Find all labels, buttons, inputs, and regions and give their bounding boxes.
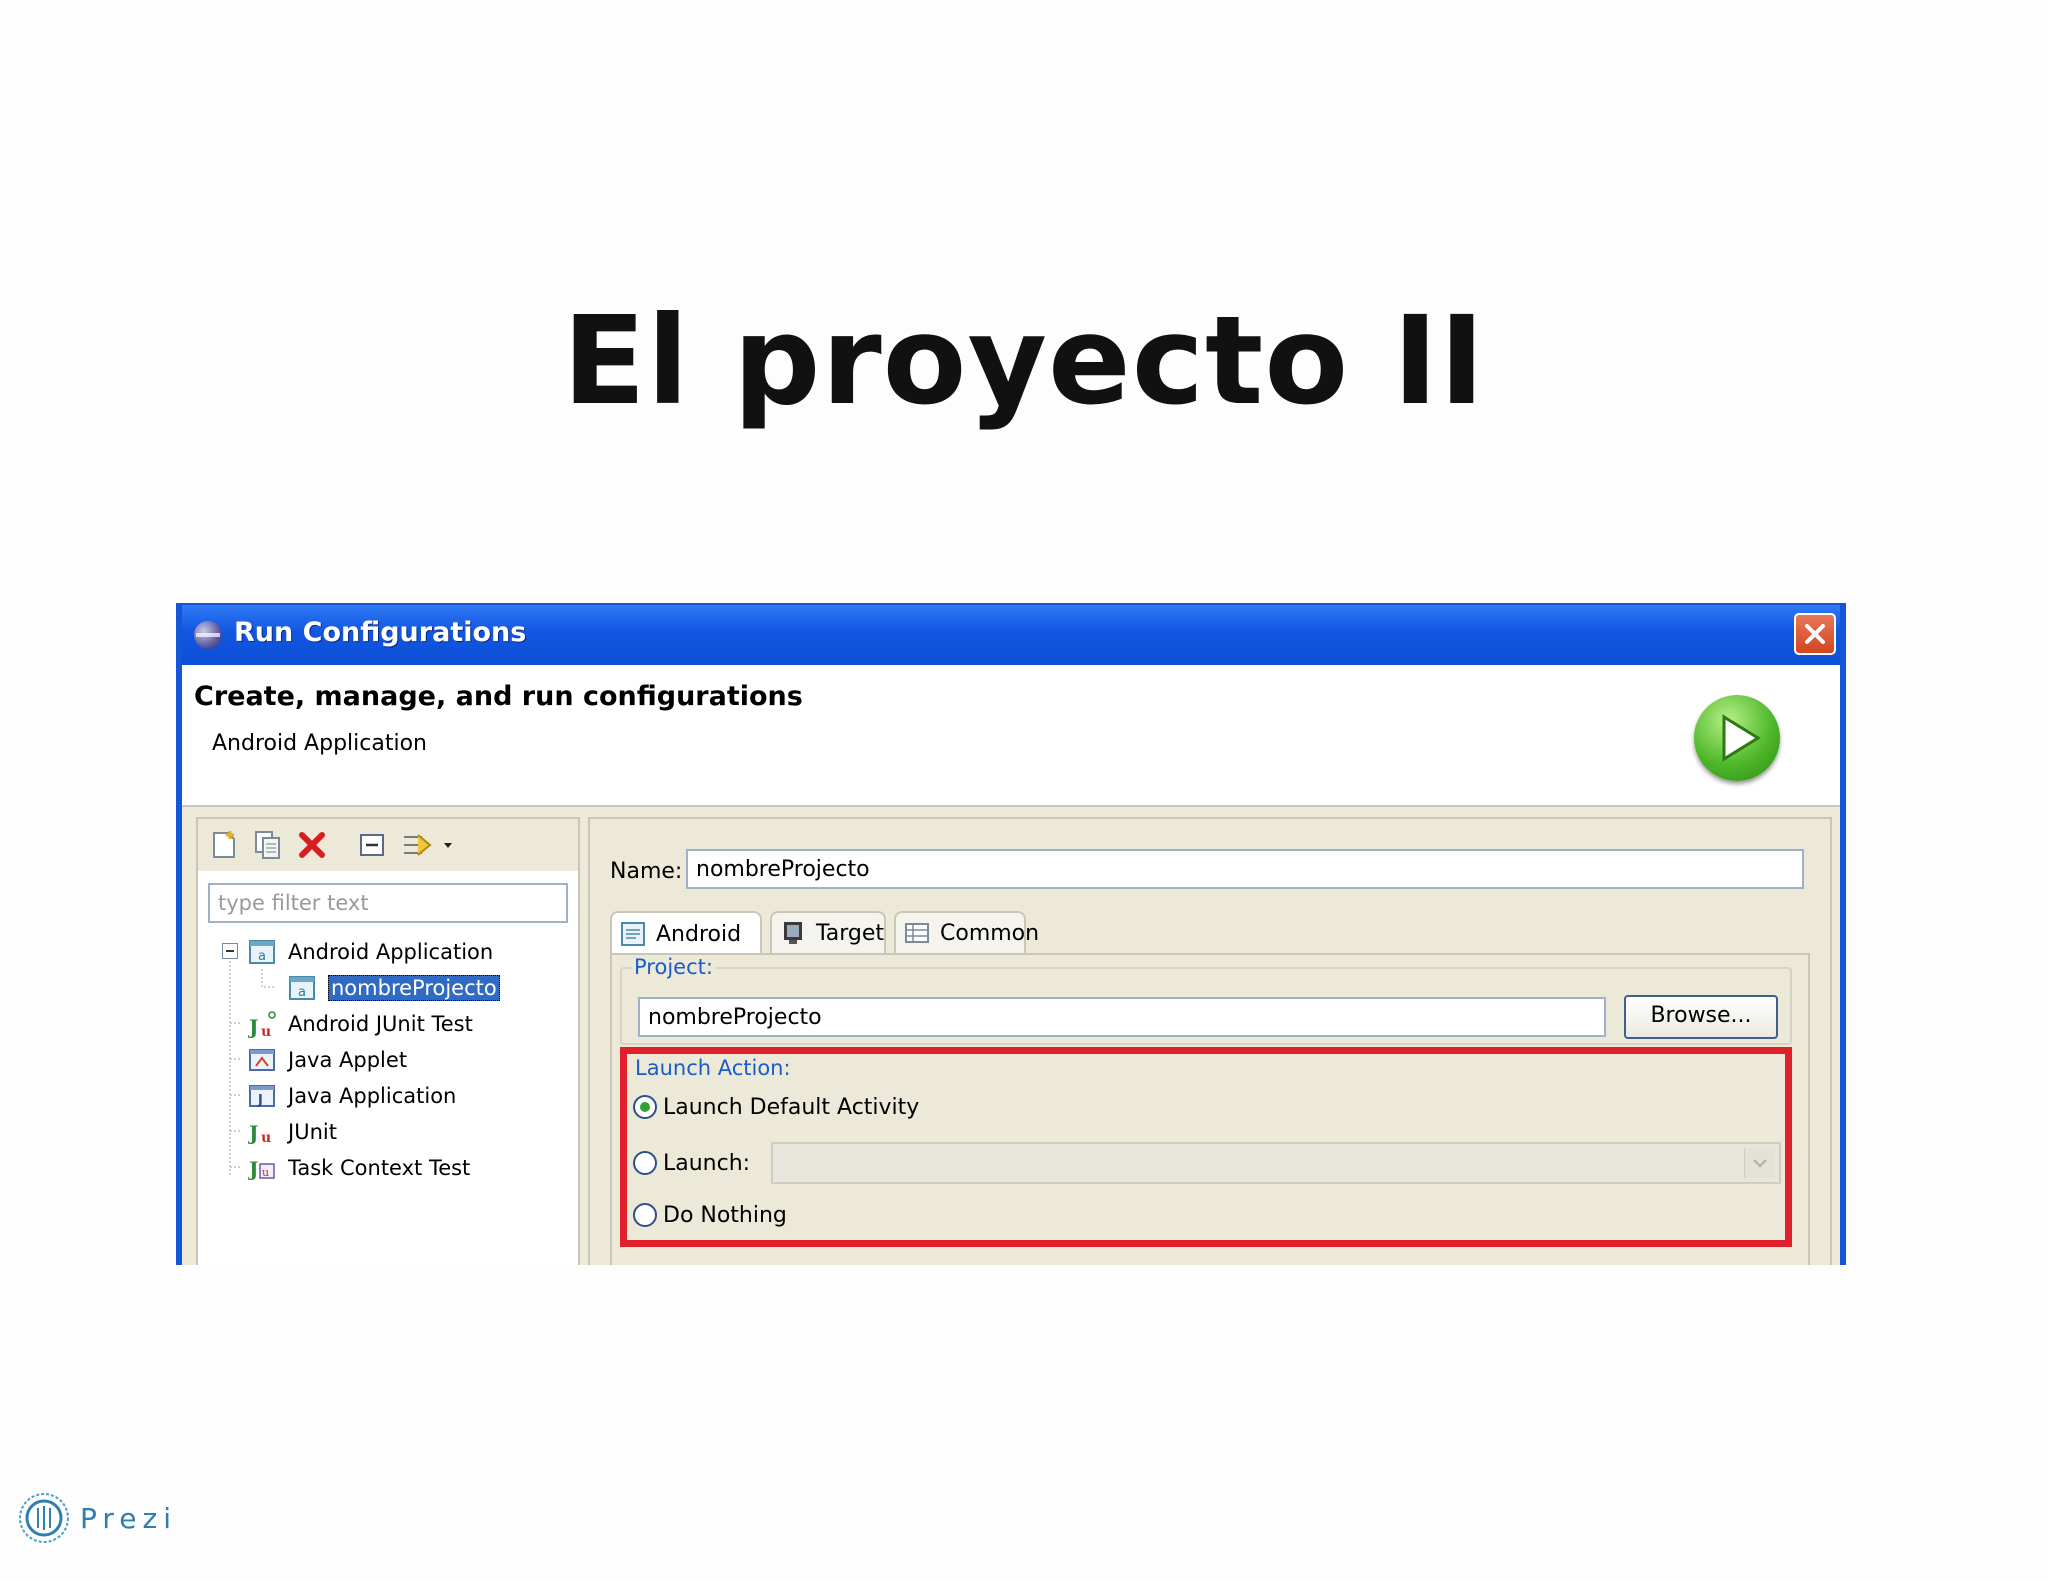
title-bar[interactable]: Run Configurations (182, 605, 1840, 665)
duplicate-icon (255, 831, 280, 859)
dialog-heading: Create, manage, and run configurations (194, 681, 803, 712)
svg-text:u: u (261, 1024, 271, 1038)
delete-icon (299, 832, 325, 858)
new-configuration-button[interactable] (208, 829, 240, 861)
svg-text:J: J (248, 1015, 258, 1038)
tree-item-java-application[interactable]: J Java Application (248, 1079, 456, 1113)
run-icon (1694, 695, 1780, 781)
run-configurations-window: Run Configurations Create, manage, and r… (176, 603, 1846, 1265)
svg-text:a: a (258, 949, 266, 964)
svg-text:J: J (248, 1157, 258, 1181)
name-input[interactable]: nombreProjecto (686, 849, 1804, 889)
launch-activity-select[interactable] (771, 1142, 1781, 1184)
java-applet-icon (248, 1046, 276, 1074)
dialog-subheading: Android Application (212, 731, 427, 756)
svg-text:a: a (298, 985, 306, 1000)
android-tab-icon (620, 921, 646, 947)
launch-action-highlight: Launch Action: Launch Default Activity L… (620, 1047, 1792, 1247)
tree-item-label: Android Application (288, 940, 494, 964)
dialog-header: Create, manage, and run configurations A… (182, 665, 1840, 805)
common-tab-icon (904, 920, 930, 946)
duplicate-configuration-button[interactable] (252, 829, 284, 861)
radio-label: Launch Default Activity (663, 1094, 920, 1120)
android-tab-content: Project: nombreProjecto Browse... Launch… (610, 953, 1810, 1265)
radio-button[interactable] (633, 1095, 657, 1119)
java-application-icon: J (248, 1082, 276, 1110)
android-app-icon: a (248, 938, 276, 966)
tab-label: Target (816, 920, 885, 946)
slide-title: El proyecto II (562, 290, 1486, 432)
tree-item-label: nombreProjecto (328, 975, 500, 1001)
radio-label: Do Nothing (663, 1202, 787, 1228)
android-app-icon: a (288, 974, 316, 1002)
tab-label: Common (940, 920, 1040, 946)
chevron-down-icon[interactable] (1744, 1148, 1775, 1178)
prezi-wordmark: Prezi (80, 1501, 177, 1535)
close-icon (1805, 624, 1825, 644)
radio-button[interactable] (633, 1151, 657, 1175)
svg-text:J: J (257, 1093, 263, 1108)
junit-icon: Ju (247, 1118, 276, 1146)
tree-item-nombreprojecto[interactable]: a nombreProjecto (288, 971, 500, 1005)
task-context-test-icon: Ju (247, 1154, 276, 1182)
new-file-icon (213, 831, 235, 858)
project-input[interactable]: nombreProjecto (638, 997, 1606, 1037)
launch-action-label: Launch Action: (635, 1056, 791, 1080)
tree-item-android-application[interactable]: a Android Application (248, 935, 493, 969)
tree-item-label: JUnit (288, 1120, 337, 1144)
window-title: Run Configurations (234, 617, 527, 648)
configuration-toolbar (198, 819, 578, 871)
svg-text:u: u (262, 1166, 269, 1179)
svg-text:J: J (248, 1121, 258, 1145)
tree-item-label: Java Application (288, 1084, 457, 1108)
tab-android[interactable]: Android (610, 911, 762, 955)
name-label: Name: (610, 859, 683, 884)
junit-icon: Ju (247, 1010, 276, 1040)
prezi-logo-mark (18, 1492, 70, 1544)
radio-launch[interactable]: Launch: (633, 1146, 750, 1180)
tree-item-label: Android JUnit Test (288, 1012, 473, 1036)
configuration-detail-pane: Name: nombreProjecto Android Target Comm… (588, 817, 1832, 1265)
tree-item-junit[interactable]: Ju JUnit (247, 1115, 337, 1149)
collapse-all-button[interactable] (356, 829, 388, 861)
radio-button[interactable] (633, 1203, 657, 1227)
configuration-list-pane: type filter text a Android Application a… (196, 817, 580, 1265)
delete-configuration-button[interactable] (296, 829, 328, 861)
eclipse-icon (194, 621, 222, 649)
radio-do-nothing[interactable]: Do Nothing (633, 1198, 787, 1232)
prezi-logo: Prezi (18, 1492, 177, 1544)
collapse-toggle[interactable] (222, 943, 238, 959)
collapse-icon (360, 834, 384, 856)
filter-icon (404, 834, 452, 856)
header-divider (182, 805, 1840, 807)
target-tab-icon (780, 920, 806, 946)
tree-item-label: Task Context Test (288, 1156, 471, 1180)
radio-label: Launch: (663, 1150, 751, 1176)
filter-configurations-button[interactable] (400, 829, 460, 861)
tab-target[interactable]: Target (770, 911, 886, 953)
tree-item-label: Java Applet (288, 1048, 408, 1072)
tree-item-java-applet[interactable]: Java Applet (248, 1043, 407, 1077)
close-button[interactable] (1794, 613, 1836, 655)
tab-label: Android (656, 921, 742, 947)
tab-common[interactable]: Common (894, 911, 1039, 953)
tree-item-android-junit-test[interactable]: Ju Android JUnit Test (247, 1007, 473, 1041)
configuration-tabs: Android Target Common (610, 911, 1810, 955)
radio-launch-default-activity[interactable]: Launch Default Activity (633, 1090, 919, 1124)
browse-button[interactable]: Browse... (1624, 995, 1778, 1039)
project-label: Project: (632, 955, 715, 979)
filter-input[interactable]: type filter text (208, 883, 568, 923)
tree-item-task-context-test[interactable]: Ju Task Context Test (247, 1151, 471, 1185)
svg-text:u: u (261, 1130, 271, 1146)
